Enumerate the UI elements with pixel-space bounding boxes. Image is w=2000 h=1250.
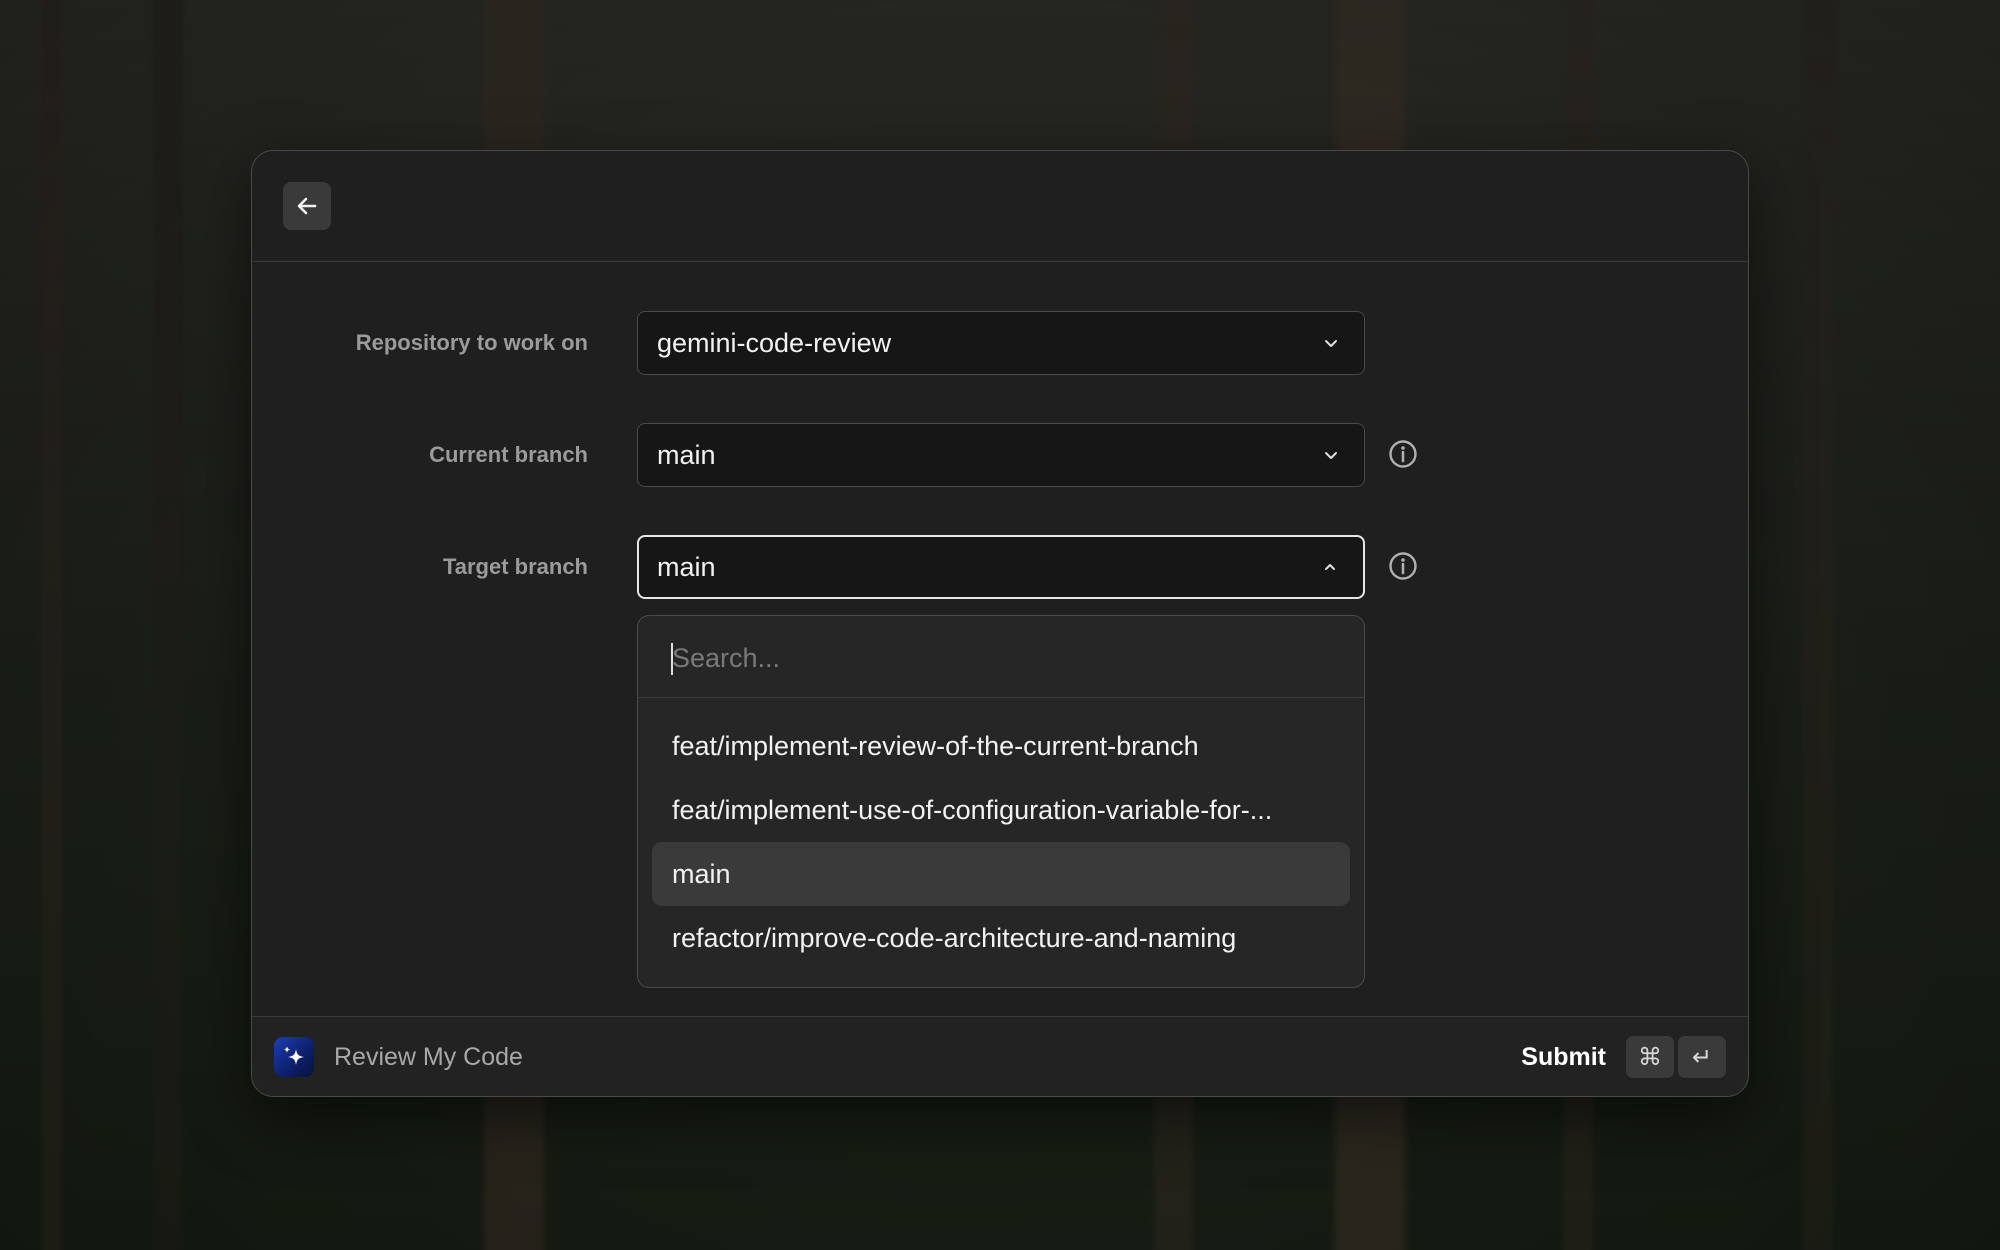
- info-icon[interactable]: [1387, 438, 1419, 470]
- current-branch-select[interactable]: main: [637, 423, 1365, 487]
- current-branch-row: Current branch main: [252, 423, 1748, 487]
- dropdown-item[interactable]: refactor/improve-code-architecture-and-n…: [652, 906, 1350, 970]
- current-branch-label: Current branch: [429, 442, 588, 467]
- branch-search-input[interactable]: [672, 636, 1332, 680]
- repository-value: gemini-code-review: [657, 327, 892, 358]
- review-code-window: Repository to work on gemini-code-review…: [251, 150, 1749, 1097]
- chevron-up-icon: [1321, 558, 1339, 576]
- submit-button[interactable]: Submit: [1521, 1017, 1606, 1096]
- target-branch-value: main: [657, 551, 716, 582]
- target-branch-row: Target branch main: [252, 535, 1748, 599]
- dropdown-item[interactable]: feat/implement-use-of-configuration-vari…: [652, 778, 1350, 842]
- current-branch-value: main: [657, 439, 716, 470]
- dropdown-search: [638, 616, 1364, 698]
- repository-row: Repository to work on gemini-code-review: [252, 311, 1748, 375]
- command-key-icon: ⌘: [1626, 1036, 1674, 1078]
- repository-select[interactable]: gemini-code-review: [637, 311, 1365, 375]
- dropdown-item-selected[interactable]: main: [652, 842, 1350, 906]
- window-topbar: [252, 151, 1748, 262]
- dropdown-item[interactable]: feat/implement-review-of-the-current-bra…: [652, 714, 1350, 778]
- app-name: Review My Code: [334, 1042, 523, 1071]
- text-caret: [671, 643, 673, 675]
- sparkle-icon: [274, 1037, 314, 1077]
- target-branch-label: Target branch: [442, 554, 588, 579]
- chevron-down-icon: [1322, 446, 1340, 464]
- back-button[interactable]: [283, 182, 331, 230]
- arrow-left-icon: [297, 197, 317, 215]
- repository-label: Repository to work on: [355, 330, 588, 355]
- target-branch-select[interactable]: main: [637, 535, 1365, 599]
- target-branch-dropdown: feat/implement-review-of-the-current-bra…: [637, 615, 1365, 988]
- info-icon[interactable]: [1387, 550, 1419, 582]
- return-key-icon: ↵: [1678, 1036, 1726, 1078]
- chevron-down-icon: [1322, 334, 1340, 352]
- window-bottombar: Review My Code Submit ⌘ ↵: [252, 1016, 1748, 1096]
